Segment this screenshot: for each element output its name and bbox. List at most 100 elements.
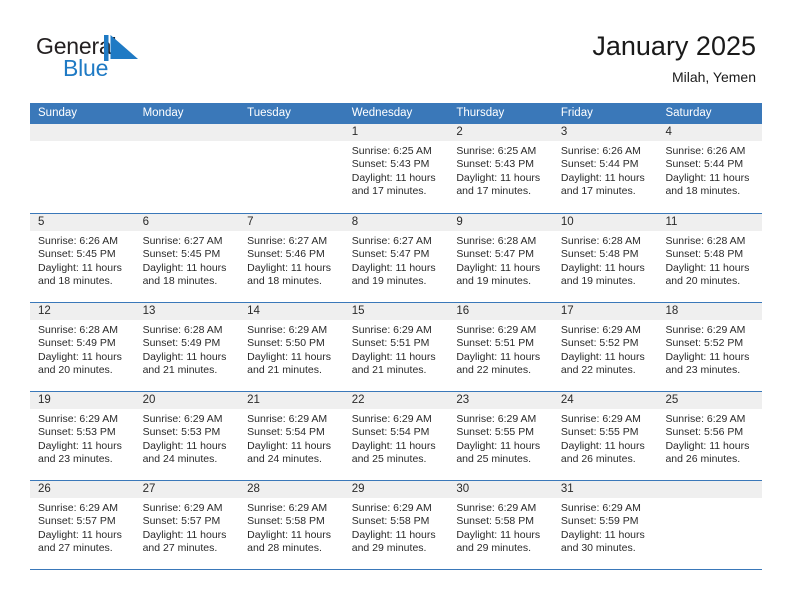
sunset-text: Sunset: 5:45 PM: [38, 248, 116, 261]
daylight-text-line1: Daylight: 11 hours: [560, 439, 645, 452]
calendar-day-cell[interactable]: 25 Sunrise: 6:29 AM Sunset: 5:56 PM Dayligh…: [657, 392, 763, 480]
weekday-header-friday: Friday: [560, 107, 593, 119]
calendar-day-cell[interactable]: 26 Sunrise: 6:29 AM Sunset: 5:57 PM Dayligh…: [30, 481, 135, 569]
calendar-day-cell[interactable]: 12 Sunrise: 6:28 AM Sunset: 5:49 PM Dayligh…: [30, 303, 135, 391]
sunrise-text: Sunrise: 6:28 AM: [142, 324, 223, 336]
daylight-text-line2: and 29 minutes.: [456, 542, 532, 555]
sunrise-text: Sunrise: 6:29 AM: [38, 413, 118, 425]
day-number: [134, 124, 240, 141]
day-number: 27: [134, 481, 240, 498]
sunset-text: Sunset: 5:53 PM: [142, 426, 221, 439]
daylight-text-line2: and 18 minutes.: [247, 275, 322, 288]
sunset-text: Sunset: 5:51 PM: [351, 337, 430, 350]
sunset-text: Sunset: 5:46 PM: [247, 248, 325, 261]
daylight-text-line2: and 25 minutes.: [456, 453, 532, 466]
sunrise-text: Sunrise: 6:28 AM: [665, 235, 746, 247]
calendar-day-cell[interactable]: 28 Sunrise: 6:29 AM Sunset: 5:58 PM Dayligh…: [239, 481, 344, 569]
calendar-day-cell[interactable]: 1 Sunrise: 6:25 AM Sunset: 5:43 PM Daylight…: [343, 124, 449, 213]
calendar-day-cell[interactable]: 2 Sunrise: 6:25 AM Sunset: 5:43 PM Daylight…: [448, 124, 553, 213]
calendar-day-cell[interactable]: 5 Sunrise: 6:26 AM Sunset: 5:45 PM Daylight…: [30, 214, 135, 302]
daylight-text-line2: and 25 minutes.: [351, 453, 427, 466]
calendar-weeks: 1 Sunrise: 6:25 AM Sunset: 5:43 PM Daylight…: [30, 124, 763, 569]
calendar-day-cell[interactable]: 7 Sunrise: 6:27 AM Sunset: 5:46 PM Daylight…: [239, 214, 344, 302]
weekday-header-row: Sunday Monday Tuesday Wednesday Thursday…: [30, 103, 762, 124]
sunset-text: Sunset: 5:47 PM: [351, 248, 430, 261]
day-number: 15: [343, 303, 449, 320]
sunset-text: Sunset: 5:44 PM: [560, 158, 639, 171]
day-details: Sunrise: 6:29 AM Sunset: 5:54 PM Daylight:…: [239, 409, 344, 467]
daylight-text-line2: and 24 minutes.: [142, 453, 218, 466]
sunset-text: Sunset: 5:45 PM: [142, 248, 221, 261]
day-number: 14: [239, 303, 344, 320]
day-number: 26: [30, 481, 135, 498]
sunrise-text: Sunrise: 6:29 AM: [247, 502, 328, 514]
calendar-grid: Sunday Monday Tuesday Wednesday Thursday…: [30, 103, 763, 570]
day-details: Sunrise: 6:29 AM Sunset: 5:59 PM Daylight:…: [553, 498, 658, 556]
calendar-day-cell[interactable]: 11 Sunrise: 6:28 AM Sunset: 5:48 PM Dayligh…: [657, 214, 763, 302]
day-number: 28: [239, 481, 344, 498]
calendar-day-cell[interactable]: 8 Sunrise: 6:27 AM Sunset: 5:47 PM Daylight…: [343, 214, 449, 302]
sunrise-text: Sunrise: 6:25 AM: [456, 145, 537, 157]
day-number: 2: [448, 124, 553, 141]
day-details: Sunrise: 6:26 AM Sunset: 5:44 PM Daylight:…: [553, 141, 658, 199]
sunset-text: Sunset: 5:43 PM: [351, 158, 430, 171]
calendar-day-cell[interactable]: 19 Sunrise: 6:29 AM Sunset: 5:53 PM Dayligh…: [30, 392, 135, 480]
day-details: Sunrise: 6:28 AM Sunset: 5:48 PM Daylight:…: [553, 231, 658, 289]
calendar-day-cell[interactable]: 15 Sunrise: 6:29 AM Sunset: 5:51 PM Dayligh…: [343, 303, 449, 391]
daylight-text-line2: and 22 minutes.: [560, 364, 636, 377]
sunrise-text: Sunrise: 6:29 AM: [142, 502, 223, 514]
calendar-day-cell[interactable]: 30 Sunrise: 6:29 AM Sunset: 5:58 PM Dayligh…: [448, 481, 553, 569]
calendar-day-cell[interactable]: 31 Sunrise: 6:29 AM Sunset: 5:59 PM Dayligh…: [552, 481, 658, 569]
day-number: 25: [657, 392, 763, 409]
day-number: 17: [552, 303, 658, 320]
sunset-text: Sunset: 5:57 PM: [38, 515, 116, 528]
calendar-day-cell[interactable]: 20 Sunrise: 6:29 AM Sunset: 5:53 PM Dayligh…: [134, 392, 240, 480]
calendar-week-row: 26 Sunrise: 6:29 AM Sunset: 5:57 PM Dayligh…: [30, 480, 763, 569]
day-number: [657, 481, 763, 498]
day-details: Sunrise: 6:29 AM Sunset: 5:51 PM Daylight:…: [344, 320, 449, 378]
calendar-day-cell[interactable]: 27 Sunrise: 6:29 AM Sunset: 5:57 PM Dayligh…: [134, 481, 240, 569]
sunset-text: Sunset: 5:48 PM: [560, 248, 639, 261]
sunrise-text: Sunrise: 6:27 AM: [142, 235, 223, 247]
sunset-text: Sunset: 5:56 PM: [665, 426, 744, 439]
day-details: Sunrise: 6:28 AM Sunset: 5:49 PM Daylight:…: [135, 320, 240, 378]
weekday-header-wednesday: Wednesday: [351, 107, 413, 119]
day-details: Sunrise: 6:27 AM Sunset: 5:47 PM Daylight:…: [344, 231, 449, 289]
sunset-text: Sunset: 5:59 PM: [560, 515, 639, 528]
calendar-day-cell[interactable]: 6 Sunrise: 6:27 AM Sunset: 5:45 PM Daylight…: [134, 214, 240, 302]
day-number: [30, 124, 135, 141]
calendar-day-cell[interactable]: 9 Sunrise: 6:28 AM Sunset: 5:47 PM Daylight…: [448, 214, 553, 302]
day-details: Sunrise: 6:29 AM Sunset: 5:55 PM Daylight:…: [553, 409, 658, 467]
sunset-text: Sunset: 5:50 PM: [247, 337, 325, 350]
sunrise-text: Sunrise: 6:29 AM: [665, 413, 746, 425]
day-number: 8: [343, 214, 449, 231]
sunrise-text: Sunrise: 6:29 AM: [665, 324, 746, 336]
sunrise-text: Sunrise: 6:27 AM: [247, 235, 328, 247]
day-details: Sunrise: 6:29 AM Sunset: 5:53 PM Daylight:…: [135, 409, 240, 467]
calendar-day-cell[interactable]: 21 Sunrise: 6:29 AM Sunset: 5:54 PM Dayligh…: [239, 392, 344, 480]
daylight-text-line1: Daylight: 11 hours: [247, 528, 332, 541]
page-header: General Blue January 2025 Milah, Yemen: [0, 0, 792, 100]
brand-logo[interactable]: General Blue: [36, 33, 186, 85]
calendar-day-cell[interactable]: 23 Sunrise: 6:29 AM Sunset: 5:55 PM Dayligh…: [448, 392, 553, 480]
daylight-text-line1: Daylight: 11 hours: [456, 528, 541, 541]
calendar-day-cell[interactable]: 10 Sunrise: 6:28 AM Sunset: 5:48 PM Dayligh…: [552, 214, 658, 302]
daylight-text-line2: and 18 minutes.: [142, 275, 218, 288]
daylight-text-line1: Daylight: 11 hours: [456, 171, 541, 184]
calendar-day-cell[interactable]: 13 Sunrise: 6:28 AM Sunset: 5:49 PM Dayligh…: [134, 303, 240, 391]
calendar-day-cell[interactable]: 14 Sunrise: 6:29 AM Sunset: 5:50 PM Dayligh…: [239, 303, 344, 391]
sunset-text: Sunset: 5:58 PM: [247, 515, 325, 528]
sunset-text: Sunset: 5:58 PM: [351, 515, 430, 528]
daylight-text-line1: Daylight: 11 hours: [351, 261, 436, 274]
calendar-day-cell[interactable]: 18 Sunrise: 6:29 AM Sunset: 5:52 PM Dayligh…: [657, 303, 763, 391]
calendar-day-cell[interactable]: 3 Sunrise: 6:26 AM Sunset: 5:44 PM Daylight…: [552, 124, 658, 213]
sunrise-text: Sunrise: 6:29 AM: [351, 502, 432, 514]
calendar-day-cell[interactable]: 24 Sunrise: 6:29 AM Sunset: 5:55 PM Dayligh…: [552, 392, 658, 480]
calendar-day-cell[interactable]: 17 Sunrise: 6:29 AM Sunset: 5:52 PM Dayligh…: [552, 303, 658, 391]
calendar-day-cell[interactable]: 29 Sunrise: 6:29 AM Sunset: 5:58 PM Dayligh…: [343, 481, 449, 569]
sunset-text: Sunset: 5:51 PM: [456, 337, 534, 350]
calendar-day-cell[interactable]: 22 Sunrise: 6:29 AM Sunset: 5:54 PM Dayligh…: [343, 392, 449, 480]
calendar-day-cell[interactable]: 16 Sunrise: 6:29 AM Sunset: 5:51 PM Dayligh…: [448, 303, 553, 391]
weekday-header-monday: Monday: [142, 107, 184, 119]
calendar-day-cell[interactable]: 4 Sunrise: 6:26 AM Sunset: 5:44 PM Daylight…: [657, 124, 763, 213]
